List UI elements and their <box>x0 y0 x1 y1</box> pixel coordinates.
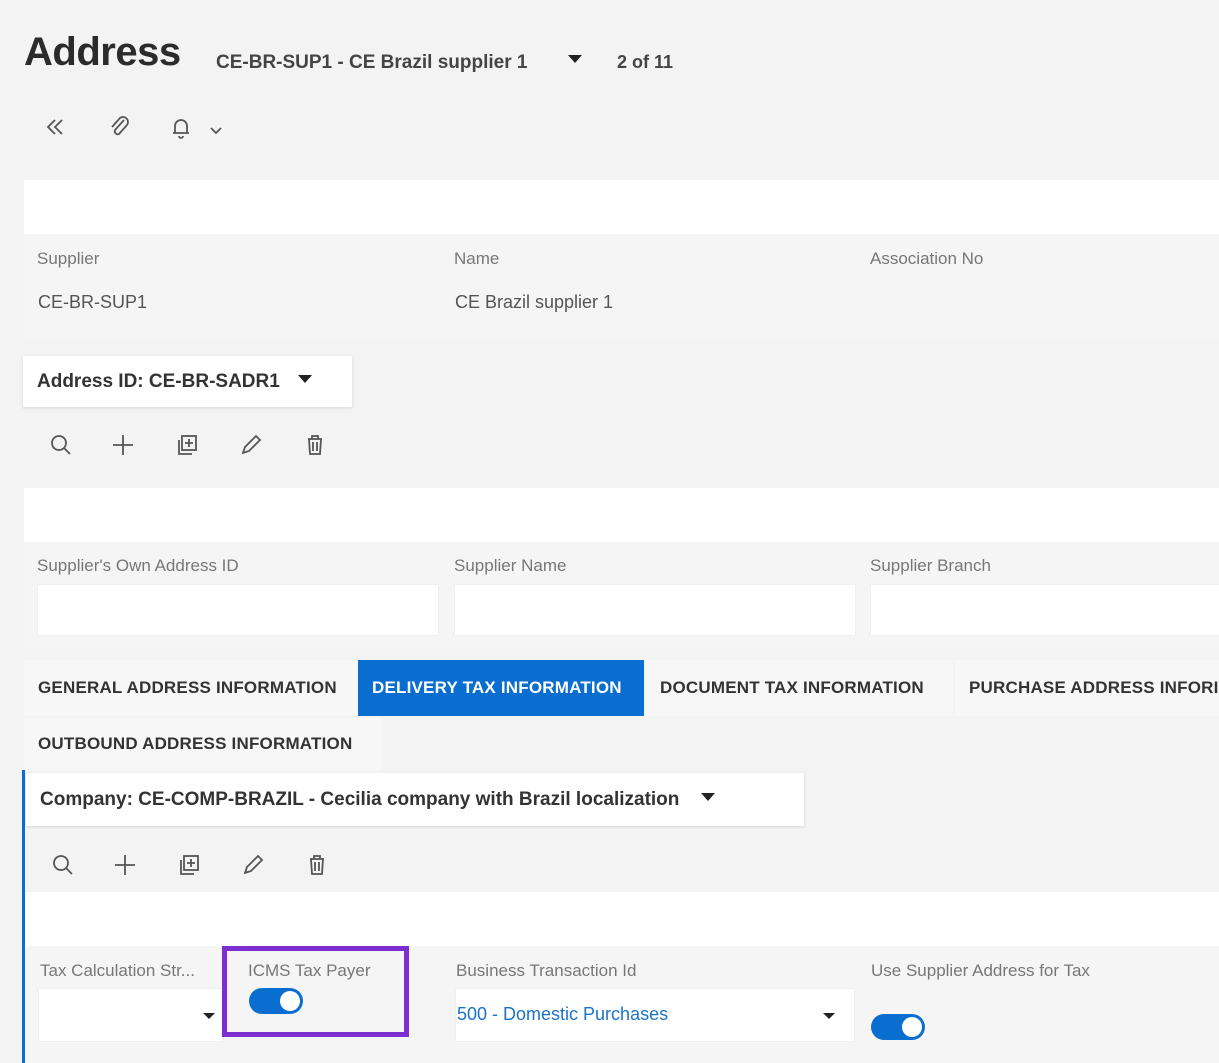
icms-highlight <box>222 946 409 1037</box>
tab-document-tax-information[interactable]: DOCUMENT TAX INFORMATION <box>646 660 953 716</box>
chevrons-left-icon[interactable] <box>38 112 72 142</box>
icms-tax-payer-toggle[interactable] <box>249 988 303 1014</box>
tab-delivery-tax-information[interactable]: DELIVERY TAX INFORMATION <box>358 660 644 716</box>
name-value: CE Brazil supplier 1 <box>455 292 614 312</box>
use-supplier-address-label: Use Supplier Address for Tax <box>871 961 1090 980</box>
search-icon[interactable] <box>46 430 76 460</box>
address-id-label: Address ID: CE-BR-SADR1 <box>37 370 280 392</box>
tab-purchase-address-information[interactable]: PURCHASE ADDRESS INFORI <box>955 660 1219 716</box>
duplicate-icon[interactable] <box>174 850 204 880</box>
select-arrow-icon[interactable] <box>823 1013 835 1019</box>
supplier-name-input[interactable] <box>454 584 856 636</box>
supplier-branch-input[interactable] <box>870 584 1219 636</box>
supplier-branch-label: Supplier Branch <box>870 556 991 575</box>
supplier-label: Supplier <box>37 249 100 268</box>
company-label: Company: CE-COMP-BRAZIL - Cecilia compan… <box>40 788 680 810</box>
supplier-value: CE-BR-SUP1 <box>38 292 148 312</box>
page-title: Address <box>24 30 181 74</box>
tab-general-address-information[interactable]: GENERAL ADDRESS INFORMATION <box>24 660 357 716</box>
edit-icon[interactable] <box>236 430 266 460</box>
add-icon[interactable] <box>110 850 140 880</box>
association-no-label: Association No <box>870 249 984 268</box>
icms-tax-payer-label: ICMS Tax Payer <box>248 961 371 980</box>
chevron-down-icon[interactable] <box>206 122 226 138</box>
name-label: Name <box>454 249 500 268</box>
trash-icon[interactable] <box>300 430 330 460</box>
caret-down-icon[interactable] <box>701 792 716 801</box>
address-id-selector[interactable]: Address ID: CE-BR-SADR1 <box>23 356 352 407</box>
record-count: 2 of 11 <box>617 52 674 72</box>
supplier-name-label: Supplier Name <box>454 556 567 575</box>
duplicate-icon[interactable] <box>172 430 202 460</box>
edit-icon[interactable] <box>238 850 268 880</box>
caret-down-icon[interactable] <box>568 55 582 63</box>
paperclip-icon[interactable] <box>102 110 136 144</box>
bell-icon[interactable] <box>166 112 196 144</box>
trash-icon[interactable] <box>302 850 332 880</box>
supplier-fields <box>24 234 1219 340</box>
own-address-id-label: Supplier's Own Address ID <box>37 556 239 575</box>
business-transaction-label: Business Transaction Id <box>456 961 637 980</box>
own-address-id-input[interactable] <box>37 584 439 636</box>
business-transaction-value[interactable]: 500 - Domestic Purchases <box>457 1004 668 1025</box>
tax-calculation-label: Tax Calculation Str... <box>40 961 195 980</box>
company-selector[interactable]: Company: CE-COMP-BRAZIL - Cecilia compan… <box>26 773 804 826</box>
search-icon[interactable] <box>48 850 78 880</box>
use-supplier-address-toggle[interactable] <box>871 1014 925 1040</box>
add-icon[interactable] <box>108 430 138 460</box>
tax-calculation-select[interactable] <box>38 988 224 1042</box>
caret-down-icon[interactable] <box>297 374 312 383</box>
select-arrow-icon[interactable] <box>203 1013 215 1019</box>
record-selector-label[interactable]: CE-BR-SUP1 - CE Brazil supplier 1 <box>216 52 527 74</box>
tab-outbound-address-information[interactable]: OUTBOUND ADDRESS INFORMATION <box>24 718 382 770</box>
